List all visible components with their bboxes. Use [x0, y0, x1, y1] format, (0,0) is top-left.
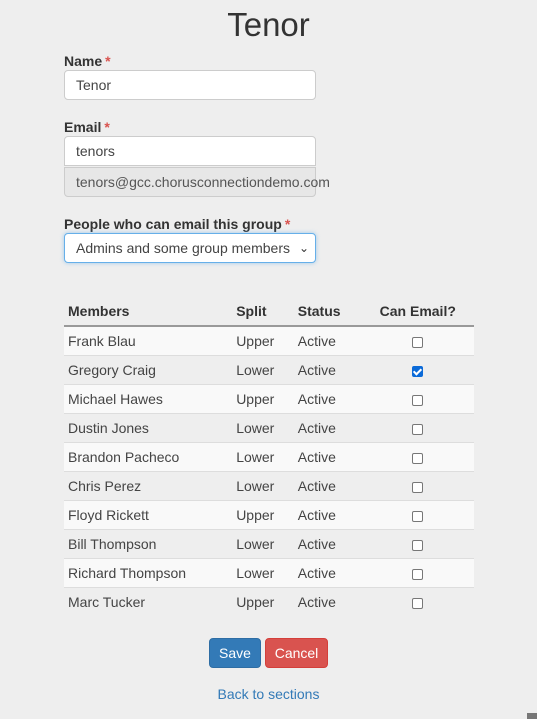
cell-status: Active	[293, 413, 362, 443]
column-header-status: Status	[293, 297, 362, 327]
cell-status: Active	[293, 558, 362, 588]
cell-name: Brandon Pacheco	[64, 442, 233, 472]
cell-can-email	[361, 500, 474, 530]
can-email-checkbox[interactable]	[412, 597, 424, 609]
cell-name: Frank Blau	[64, 325, 233, 356]
scrollbar-corner	[527, 713, 537, 719]
can-email-checkbox[interactable]	[412, 423, 424, 435]
cell-status: Active	[293, 471, 362, 501]
cell-can-email	[361, 355, 474, 385]
column-header-members: Members	[64, 297, 233, 327]
cell-status: Active	[293, 325, 362, 356]
table-row: Brandon Pacheco Lower Active	[64, 442, 474, 472]
cell-split: Upper	[232, 325, 294, 356]
table-row: Gregory Craig Lower Active	[64, 355, 474, 385]
email-label-text: Email	[64, 119, 102, 135]
cell-status: Active	[293, 355, 362, 385]
cell-split: Upper	[232, 384, 294, 414]
chevron-down-icon: ⌄	[298, 241, 309, 255]
column-header-can-email: Can Email?	[361, 297, 474, 327]
can-email-checkbox[interactable]	[412, 365, 424, 377]
cell-split: Lower	[232, 558, 294, 588]
can-email-checkbox[interactable]	[412, 394, 424, 406]
cell-status: Active	[293, 587, 362, 616]
cell-split: Upper	[232, 587, 294, 616]
permission-select[interactable]: Admins and some group members ⌄	[64, 233, 316, 263]
back-link-text[interactable]: Back to sections	[218, 686, 320, 702]
table-row: Dustin Jones Lower Active	[64, 413, 474, 443]
table-row: Michael Hawes Upper Active	[64, 384, 474, 414]
cell-name: Michael Hawes	[64, 384, 233, 414]
cell-can-email	[361, 529, 474, 559]
cell-name: Bill Thompson	[64, 529, 233, 559]
cell-name: Dustin Jones	[64, 413, 233, 443]
cell-split: Lower	[232, 529, 294, 559]
can-email-checkbox[interactable]	[412, 510, 424, 522]
cell-split: Upper	[232, 500, 294, 530]
table-row: Chris Perez Lower Active	[64, 471, 474, 501]
table-row: Bill Thompson Lower Active	[64, 529, 474, 559]
table-row: Floyd Rickett Upper Active	[64, 500, 474, 530]
name-label: Name *	[64, 53, 111, 69]
cell-split: Lower	[232, 413, 294, 443]
cell-split: Lower	[232, 471, 294, 501]
cell-split: Lower	[232, 355, 294, 385]
cell-name: Richard Thompson	[64, 558, 233, 588]
page-title: Tenor	[227, 6, 310, 43]
table-row: Marc Tucker Upper Active	[64, 587, 474, 616]
cell-can-email	[361, 442, 474, 472]
table-header-row: Members Split Status Can Email?	[64, 297, 474, 327]
table-row: Frank Blau Upper Active	[64, 325, 474, 356]
required-mark: *	[284, 216, 291, 232]
name-label-text: Name	[64, 53, 103, 69]
cell-status: Active	[293, 500, 362, 530]
required-mark: *	[105, 53, 111, 69]
permission-select-value: Admins and some group members	[76, 240, 290, 256]
cell-status: Active	[293, 384, 362, 414]
name-input[interactable]: Tenor	[64, 70, 316, 100]
cell-can-email	[361, 471, 474, 501]
can-email-checkbox[interactable]	[412, 568, 424, 580]
can-email-checkbox[interactable]	[412, 539, 424, 551]
cell-name: Chris Perez	[64, 471, 233, 501]
can-email-checkbox[interactable]	[412, 452, 424, 464]
cell-name: Marc Tucker	[64, 587, 233, 616]
can-email-checkbox[interactable]	[412, 481, 424, 493]
table-row: Richard Thompson Lower Active	[64, 558, 474, 588]
cell-split: Lower	[232, 442, 294, 472]
back-to-sections-link[interactable]: Back to sections	[0, 686, 537, 702]
members-table: Members Split Status Can Email? Frank Bl…	[64, 297, 474, 616]
cell-name: Gregory Craig	[64, 355, 233, 385]
required-mark: *	[104, 119, 110, 135]
save-button[interactable]: Save	[209, 638, 261, 668]
email-input[interactable]: tenors	[64, 136, 316, 166]
email-label: Email *	[64, 119, 110, 135]
cell-can-email	[361, 325, 474, 356]
cancel-button[interactable]: Cancel	[265, 638, 328, 668]
column-header-split: Split	[232, 297, 294, 327]
can-email-checkbox[interactable]	[412, 336, 424, 348]
email-full-address: tenors@gcc.chorusconnectiondemo.com	[64, 167, 330, 197]
cell-name: Floyd Rickett	[64, 500, 233, 530]
cell-status: Active	[293, 442, 362, 472]
cell-can-email	[361, 384, 474, 414]
cell-can-email	[361, 587, 474, 616]
cell-status: Active	[293, 529, 362, 559]
permission-label-text: People who can email this group	[64, 216, 282, 232]
cell-can-email	[361, 558, 474, 588]
permission-label: People who can email this group *	[64, 216, 290, 232]
cell-can-email	[361, 413, 474, 443]
